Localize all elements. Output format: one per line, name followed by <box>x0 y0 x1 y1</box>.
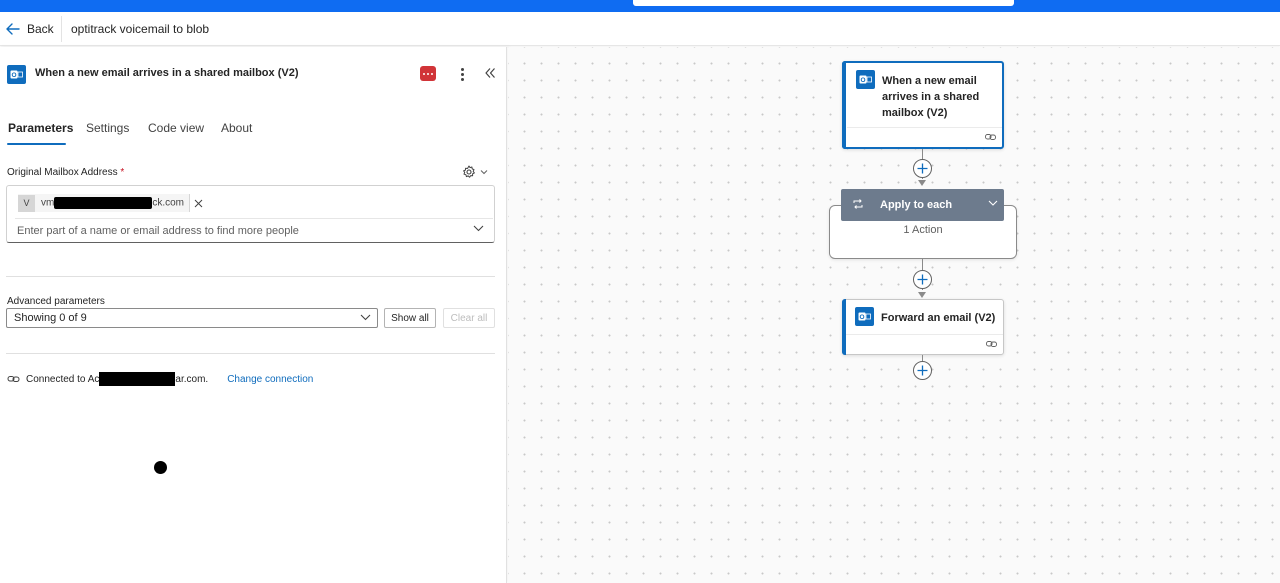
section-divider <box>6 353 495 354</box>
node-accent-bar <box>842 61 846 149</box>
add-step-icon[interactable] <box>913 361 932 380</box>
more-options-icon[interactable] <box>458 65 466 83</box>
clear-all-button[interactable]: Clear all <box>443 308 495 328</box>
field-settings-button[interactable] <box>462 165 488 179</box>
header-divider <box>61 16 62 42</box>
mailbox-people-picker[interactable]: V vm ck.com <box>6 185 495 243</box>
outlook-icon: O <box>7 65 26 84</box>
global-search-box[interactable] <box>633 0 1014 6</box>
svg-text:O: O <box>860 77 865 84</box>
section-divider <box>6 276 495 277</box>
cursor-dot <box>154 461 167 474</box>
connector-arrow <box>918 180 926 186</box>
gear-icon <box>463 165 475 178</box>
active-tab-indicator <box>7 143 66 145</box>
svg-text:O: O <box>11 72 16 79</box>
panel-header: O When a new email arrives in a shared m… <box>7 65 500 84</box>
tab-parameters[interactable]: Parameters <box>8 121 73 135</box>
tab-code-view[interactable]: Code view <box>148 121 204 135</box>
back-arrow-icon <box>6 23 20 35</box>
link-icon <box>986 341 997 347</box>
scope-action-count: 1 Action <box>903 224 943 236</box>
outlook-icon: O <box>856 70 875 89</box>
redacted-block <box>54 197 153 209</box>
advanced-params-dropdown[interactable]: Showing 0 of 9 <box>6 308 378 328</box>
chevron-down-icon <box>480 170 488 175</box>
advanced-params-label: Advanced parameters <box>7 296 105 307</box>
close-icon <box>194 199 203 207</box>
chevron-down-icon[interactable] <box>473 225 484 232</box>
trigger-node[interactable]: O When a new email arrives in a shared m… <box>842 61 1004 149</box>
loop-icon <box>853 199 863 209</box>
redacted-block <box>99 372 176 386</box>
forward-email-node[interactable]: O Forward an email (V2) <box>842 299 1004 355</box>
picker-divider <box>15 218 493 219</box>
node-footer <box>847 127 1002 147</box>
flow-title: optitrack voicemail to blob <box>71 22 210 36</box>
scope-title: Apply to each <box>880 199 953 211</box>
remove-chip-button[interactable] <box>189 194 208 212</box>
chevron-down-icon[interactable] <box>988 200 998 206</box>
trigger-title: When a new email arrives in a shared mai… <box>882 75 980 119</box>
designer-header: Back optitrack voicemail to blob <box>0 12 1280 46</box>
chevron-down-icon <box>360 314 371 321</box>
add-step-icon[interactable] <box>913 159 932 178</box>
panel-title: When a new email arrives in a shared mai… <box>35 67 299 79</box>
tab-about[interactable]: About <box>221 121 252 135</box>
svg-text:O: O <box>859 314 864 321</box>
outlook-icon: O <box>855 307 874 326</box>
back-button[interactable]: Back <box>6 20 54 38</box>
action-details-panel: O When a new email arrives in a shared m… <box>0 47 507 583</box>
error-indicator-button[interactable] <box>420 66 436 81</box>
people-search-input[interactable] <box>17 223 457 239</box>
connection-prefix: Connected to Ac <box>26 373 100 385</box>
show-all-button[interactable]: Show all <box>384 308 436 328</box>
back-label: Back <box>27 22 54 36</box>
forward-email-title: Forward an email (V2) <box>881 312 996 324</box>
mailbox-chip[interactable]: V vm ck.com <box>18 194 208 212</box>
link-icon <box>985 134 996 140</box>
connection-icon <box>7 376 20 382</box>
node-footer <box>846 334 1003 354</box>
connector-arrow <box>918 292 926 298</box>
connection-suffix: ar.com. <box>175 373 209 385</box>
apply-to-each-header[interactable]: Apply to each <box>841 189 1004 221</box>
add-step-icon[interactable] <box>913 270 932 289</box>
chip-avatar: V <box>18 194 35 212</box>
connection-info: Connected to Ac ar.com. Change connection <box>7 372 313 386</box>
top-nav-bar <box>0 0 1280 12</box>
collapse-panel-icon[interactable] <box>484 67 496 79</box>
mailbox-field-label: Original Mailbox Address * <box>7 167 125 178</box>
chip-address: vm ck.com <box>41 197 185 209</box>
required-mark: * <box>120 167 125 178</box>
tab-settings[interactable]: Settings <box>86 121 129 135</box>
change-connection-link[interactable]: Change connection <box>227 374 313 385</box>
